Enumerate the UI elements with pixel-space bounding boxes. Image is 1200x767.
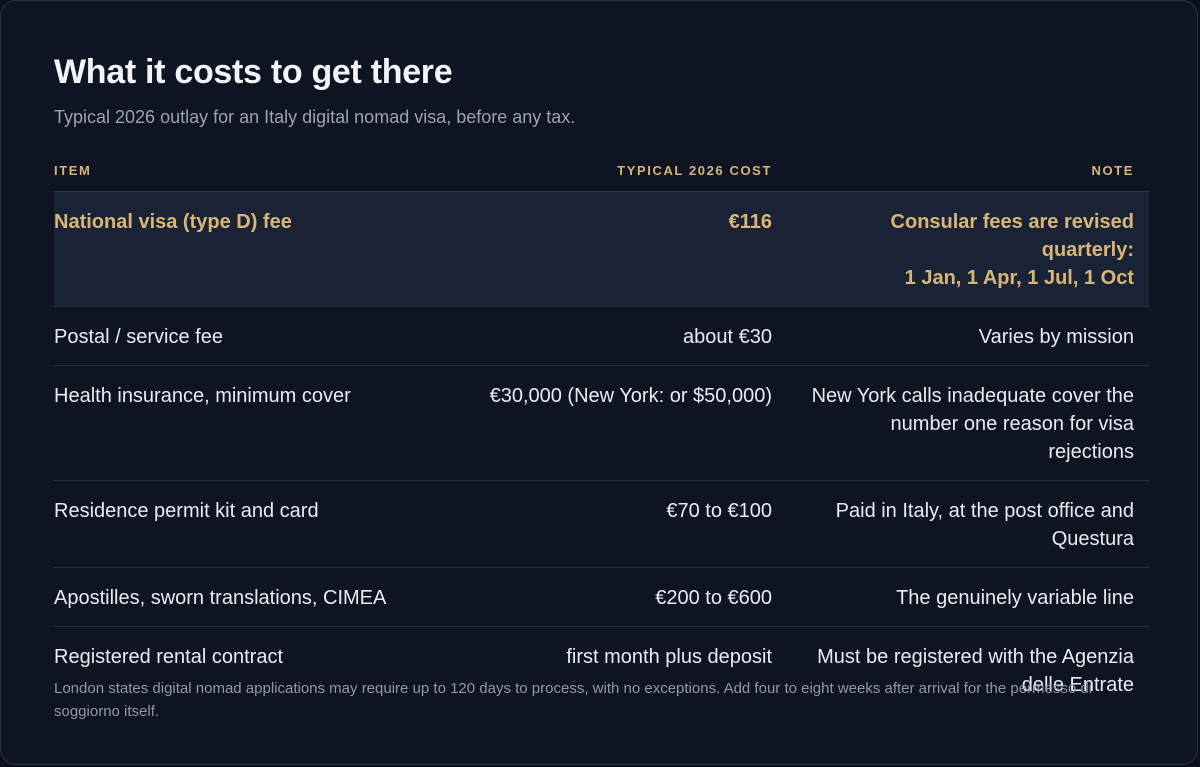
table-row: Residence permit kit and card €70 to €10… (54, 480, 1149, 568)
row-note: Consular fees are revised quarterly: 1 Ja… (788, 191, 1149, 307)
row-note-line: Must be registered with the Agenzia (817, 646, 1134, 668)
row-item: Postal / service fee (54, 306, 472, 366)
row-note-line: Varies by mission (978, 326, 1134, 348)
table-row: Apostilles, sworn translations, CIMEA €2… (54, 567, 1149, 627)
footnote: London states digital nomad applications… (54, 680, 1093, 720)
row-cost: €30,000 (New York: or $50,000) (472, 365, 788, 481)
page-subtitle: Typical 2026 outlay for an Italy digital… (54, 107, 576, 127)
cost-card: What it costs to get there Typical 2026 … (0, 0, 1198, 765)
column-header-cost: TYPICAL 2026 COST (472, 149, 788, 192)
row-item: Apostilles, sworn translations, CIMEA (54, 567, 472, 627)
table-row: Health insurance, minimum cover €30,000 … (54, 365, 1149, 481)
row-cost: €200 to €600 (472, 567, 788, 627)
row-note-line: The genuinely variable line (896, 587, 1134, 609)
row-note: Varies by mission (788, 306, 1149, 366)
table-header-row: ITEM TYPICAL 2026 COST NOTE (54, 149, 1149, 192)
row-note-line: number one reason for visa rejections (890, 413, 1134, 463)
column-header-item: ITEM (54, 149, 472, 192)
row-note: Paid in Italy, at the post office and Que… (788, 480, 1149, 568)
row-note-line: Questura (1051, 528, 1134, 550)
cost-table: ITEM TYPICAL 2026 COST NOTE National vis… (54, 149, 1149, 713)
table-row: Postal / service fee about €30 Varies by… (54, 306, 1149, 366)
row-note-line: 1 Jan, 1 Apr, 1 Jul, 1 Oct (904, 267, 1134, 289)
row-note: The genuinely variable line (788, 567, 1149, 627)
row-note: New York calls inadequate cover the numbe… (788, 365, 1149, 481)
row-note-line: New York calls inadequate cover the (811, 385, 1134, 407)
table-row: National visa (type D) fee €116 Consular… (54, 191, 1149, 307)
page-title: What it costs to get there (54, 53, 453, 91)
row-cost: €70 to €100 (472, 480, 788, 568)
row-note-line: Paid in Italy, at the post office and (835, 500, 1134, 522)
row-cost: about €30 (472, 306, 788, 366)
column-header-note: NOTE (788, 149, 1149, 192)
row-item: Residence permit kit and card (54, 480, 472, 568)
row-cost: €116 (472, 191, 788, 307)
row-item: Health insurance, minimum cover (54, 365, 472, 481)
row-note-line: Consular fees are revised quarterly: (890, 211, 1134, 261)
row-item: National visa (type D) fee (54, 191, 472, 307)
